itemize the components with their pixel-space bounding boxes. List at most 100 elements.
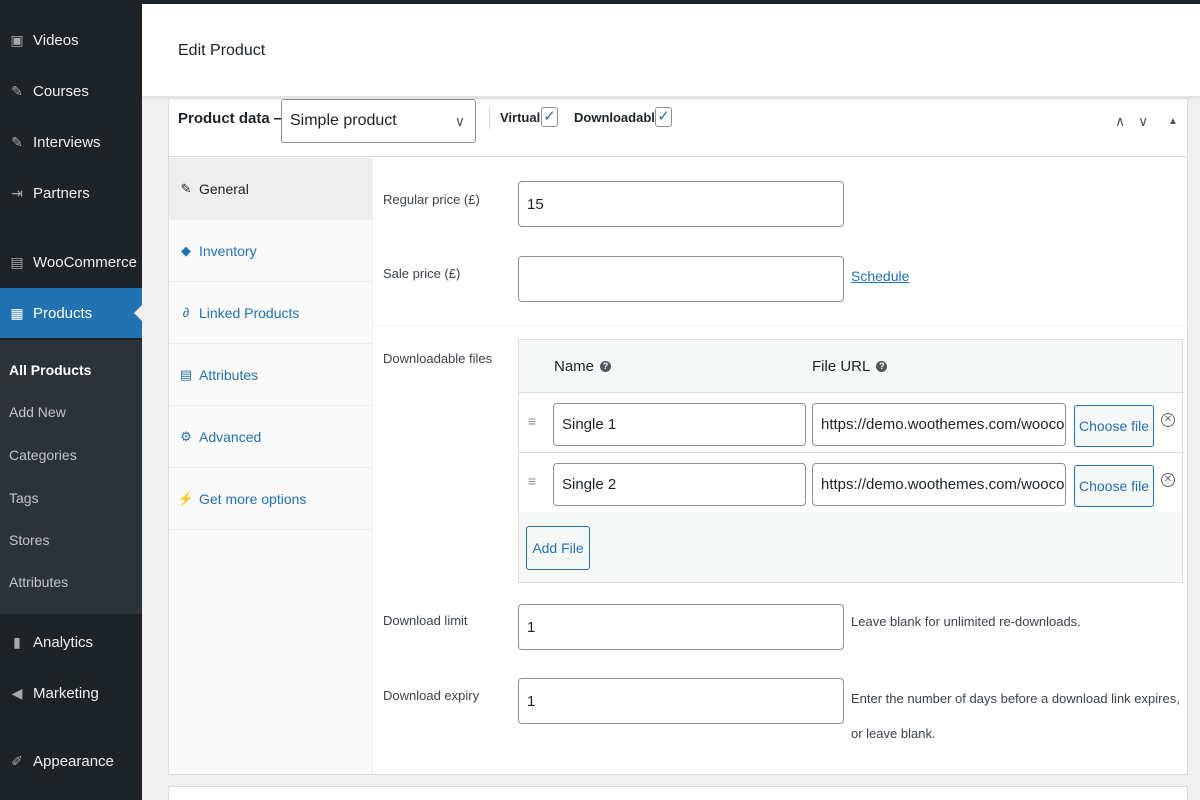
sale-price-label: Sale price (£) xyxy=(383,266,461,281)
move-down-icon[interactable]: ∨ xyxy=(1138,113,1148,130)
submenu-all-products[interactable]: All Products xyxy=(9,362,91,378)
collapse-toggle-icon[interactable]: ▲ xyxy=(1168,116,1178,127)
file-name-input[interactable]: Single 1 xyxy=(553,403,806,446)
column-header-name-label: Name xyxy=(554,358,595,375)
gear-icon: ⚙ xyxy=(180,428,192,444)
tab-label: Get more options xyxy=(199,490,307,507)
drag-handle-icon[interactable]: ≡ xyxy=(528,413,536,429)
plugin-icon: ⚡ xyxy=(177,490,195,506)
sidebar-item-label: Courses xyxy=(33,82,89,100)
partners-icon: ⇥ xyxy=(11,184,23,201)
download-expiry-help-line-1: Enter the number of days before a downlo… xyxy=(851,691,1180,706)
sidebar-item-label: Analytics xyxy=(33,633,94,651)
choose-file-button[interactable]: Choose file xyxy=(1074,465,1154,507)
chart-bars-icon: ▮ xyxy=(13,633,21,650)
submenu-tags[interactable]: Tags xyxy=(9,490,39,506)
active-indicator xyxy=(134,305,142,321)
header-divider xyxy=(489,107,490,129)
file-name-input[interactable]: Single 2 xyxy=(553,463,806,506)
virtual-label: Virtual: xyxy=(500,110,545,125)
help-icon[interactable]: ? xyxy=(876,361,888,372)
pin-icon: ✎ xyxy=(11,82,23,99)
file-url-input[interactable]: https://demo.woothemes.com/woocomme xyxy=(812,463,1066,506)
sidebar-item-marketing[interactable]: ◀ Marketing xyxy=(0,673,142,713)
submenu-add-new[interactable]: Add New xyxy=(9,404,66,420)
sidebar-item-woocommerce[interactable]: ▤ WooCommerce xyxy=(0,242,142,282)
sidebar-item-label: Marketing xyxy=(33,684,99,702)
sidebar-item-courses[interactable]: ✎ Courses xyxy=(0,71,142,111)
submenu-stores[interactable]: Stores xyxy=(9,532,49,548)
download-expiry-help-line-2: or leave blank. xyxy=(851,726,936,741)
sidebar-item-appearance[interactable]: ✐ Appearance xyxy=(0,741,142,781)
product-type-select[interactable]: Simple product ∨ xyxy=(281,99,476,143)
table-icon: ▤ xyxy=(179,366,193,382)
download-expiry-input[interactable] xyxy=(518,678,844,724)
table-row: ≡ Single 2 https://demo.woothemes.com/wo… xyxy=(519,452,1182,512)
downloadable-files-table: Name ? File URL ? ≡ Single 1 https://dem… xyxy=(518,339,1183,583)
video-icon: ▣ xyxy=(10,31,24,48)
tab-label: Linked Products xyxy=(199,304,300,321)
schedule-link[interactable]: Schedule xyxy=(851,268,909,284)
sidebar-item-label: Appearance xyxy=(33,752,114,770)
section-divider xyxy=(373,325,1187,326)
downloadable-checkbox[interactable]: ✓ xyxy=(655,107,672,127)
product-data-tabs: ✎ General ◆ Inventory ∂ Linked Products … xyxy=(169,158,373,774)
sale-price-input[interactable] xyxy=(518,256,844,302)
sidebar-item-label: Products xyxy=(33,304,93,322)
virtual-checkbox[interactable]: ✓ xyxy=(541,107,558,127)
product-data-label: Product data — xyxy=(178,110,289,127)
sidebar-item-products[interactable]: ▦ Products xyxy=(0,288,142,338)
submenu-categories[interactable]: Categories xyxy=(9,447,77,463)
table-row: ≡ Single 1 https://demo.woothemes.com/wo… xyxy=(519,392,1182,452)
add-file-button[interactable]: Add File xyxy=(526,526,590,570)
wrench-icon: ✎ xyxy=(180,180,192,196)
woocommerce-icon: ▤ xyxy=(10,253,24,270)
tab-general[interactable]: ✎ General xyxy=(169,158,372,220)
tag-icon: ◆ xyxy=(181,242,191,258)
tab-label: Attributes xyxy=(199,366,259,383)
move-up-icon[interactable]: ∧ xyxy=(1115,113,1125,130)
page-title: Edit Product xyxy=(178,42,266,59)
tab-attributes[interactable]: ▤ Attributes xyxy=(169,344,372,406)
link-icon: ∂ xyxy=(182,305,190,320)
regular-price-label: Regular price (£) xyxy=(383,192,480,207)
tab-get-more-options[interactable]: ⚡ Get more options xyxy=(169,468,372,530)
products-submenu: All Products Add New Categories Tags Sto… xyxy=(0,340,142,614)
sidebar-item-interviews[interactable]: ✎ Interviews xyxy=(0,122,142,162)
tab-label: Advanced xyxy=(199,428,262,445)
product-type-value: Simple product xyxy=(290,112,397,129)
tab-advanced[interactable]: ⚙ Advanced xyxy=(169,406,372,468)
column-header-file-url-label: File URL xyxy=(812,358,871,375)
tab-inventory[interactable]: ◆ Inventory xyxy=(169,220,372,282)
download-limit-input[interactable] xyxy=(518,604,844,650)
sidebar-item-label: WooCommerce xyxy=(33,253,137,271)
choose-file-button[interactable]: Choose file xyxy=(1074,405,1154,447)
sidebar-item-label: Videos xyxy=(33,31,79,49)
megaphone-icon: ◀ xyxy=(11,684,23,701)
sidebar-item-partners[interactable]: ⇥ Partners xyxy=(0,173,142,213)
drag-handle-icon[interactable]: ≡ xyxy=(528,473,536,489)
column-header-name: Name ? xyxy=(554,358,612,375)
file-url-input[interactable]: https://demo.woothemes.com/woocomme xyxy=(812,403,1066,446)
product-data-panel: Product data — Simple product ∨ Virtual:… xyxy=(168,98,1188,775)
chevron-down-icon: ∨ xyxy=(454,113,465,129)
downloadable-files-label: Downloadable files xyxy=(383,351,493,366)
tab-linked-products[interactable]: ∂ Linked Products xyxy=(169,282,372,344)
tab-label: General xyxy=(199,180,249,197)
download-limit-label: Download limit xyxy=(383,613,468,628)
submenu-attributes[interactable]: Attributes xyxy=(9,574,68,590)
admin-sidebar: ▣ Videos ✎ Courses ✎ Interviews ⇥ Partne… xyxy=(0,0,142,800)
download-expiry-label: Download expiry xyxy=(383,688,480,703)
sidebar-item-analytics[interactable]: ▮ Analytics xyxy=(0,622,142,662)
remove-row-icon[interactable]: ✕ xyxy=(1161,473,1175,487)
help-icon[interactable]: ? xyxy=(600,361,612,372)
regular-price-input[interactable] xyxy=(518,181,844,227)
archive-icon: ▦ xyxy=(10,304,24,321)
sidebar-item-label: Partners xyxy=(33,184,90,202)
download-limit-help: Leave blank for unlimited re-downloads. xyxy=(851,614,1081,629)
sidebar-item-videos[interactable]: ▣ Videos xyxy=(0,20,142,60)
pin-icon: ✎ xyxy=(11,133,23,150)
remove-row-icon[interactable]: ✕ xyxy=(1161,413,1175,427)
sidebar-item-label: Interviews xyxy=(33,133,101,151)
brush-icon: ✐ xyxy=(11,752,23,769)
